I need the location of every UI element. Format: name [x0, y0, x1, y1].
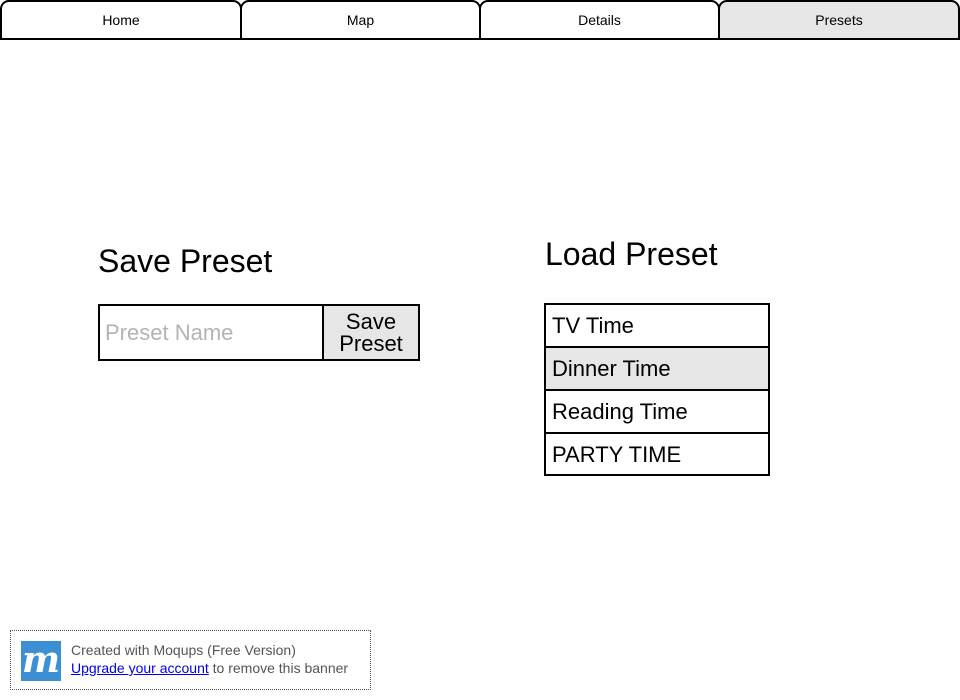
preset-item-reading-time[interactable]: Reading Time [546, 391, 768, 434]
save-preset-heading: Save Preset [98, 243, 273, 279]
preset-item-tv-time[interactable]: TV Time [546, 305, 768, 348]
tab-map[interactable]: Map [240, 0, 481, 40]
moqups-banner: m Created with Moqups (Free Version) Upg… [10, 630, 371, 690]
tab-presets[interactable]: Presets [718, 0, 960, 40]
moqups-logo-icon: m [21, 639, 61, 681]
preset-name-input[interactable] [98, 304, 324, 361]
tab-home[interactable]: Home [0, 0, 242, 40]
preset-list: TV Time Dinner Time Reading Time PARTY T… [544, 303, 770, 476]
preset-item-dinner-time[interactable]: Dinner Time [546, 348, 768, 391]
load-preset-heading: Load Preset [545, 236, 718, 272]
preset-item-party-time[interactable]: PARTY TIME [546, 434, 768, 475]
banner-created-text: Created with Moqups (Free Version) [71, 642, 296, 658]
upgrade-account-link[interactable]: Upgrade your account [71, 660, 209, 676]
banner-remove-text: to remove this banner [208, 660, 349, 676]
tab-details[interactable]: Details [479, 0, 720, 40]
banner-upgrade-line: Upgrade your account to remove this bann… [71, 660, 348, 676]
tab-bar: Home Map Details Presets [0, 0, 960, 40]
save-preset-button[interactable]: Save Preset [322, 304, 420, 361]
